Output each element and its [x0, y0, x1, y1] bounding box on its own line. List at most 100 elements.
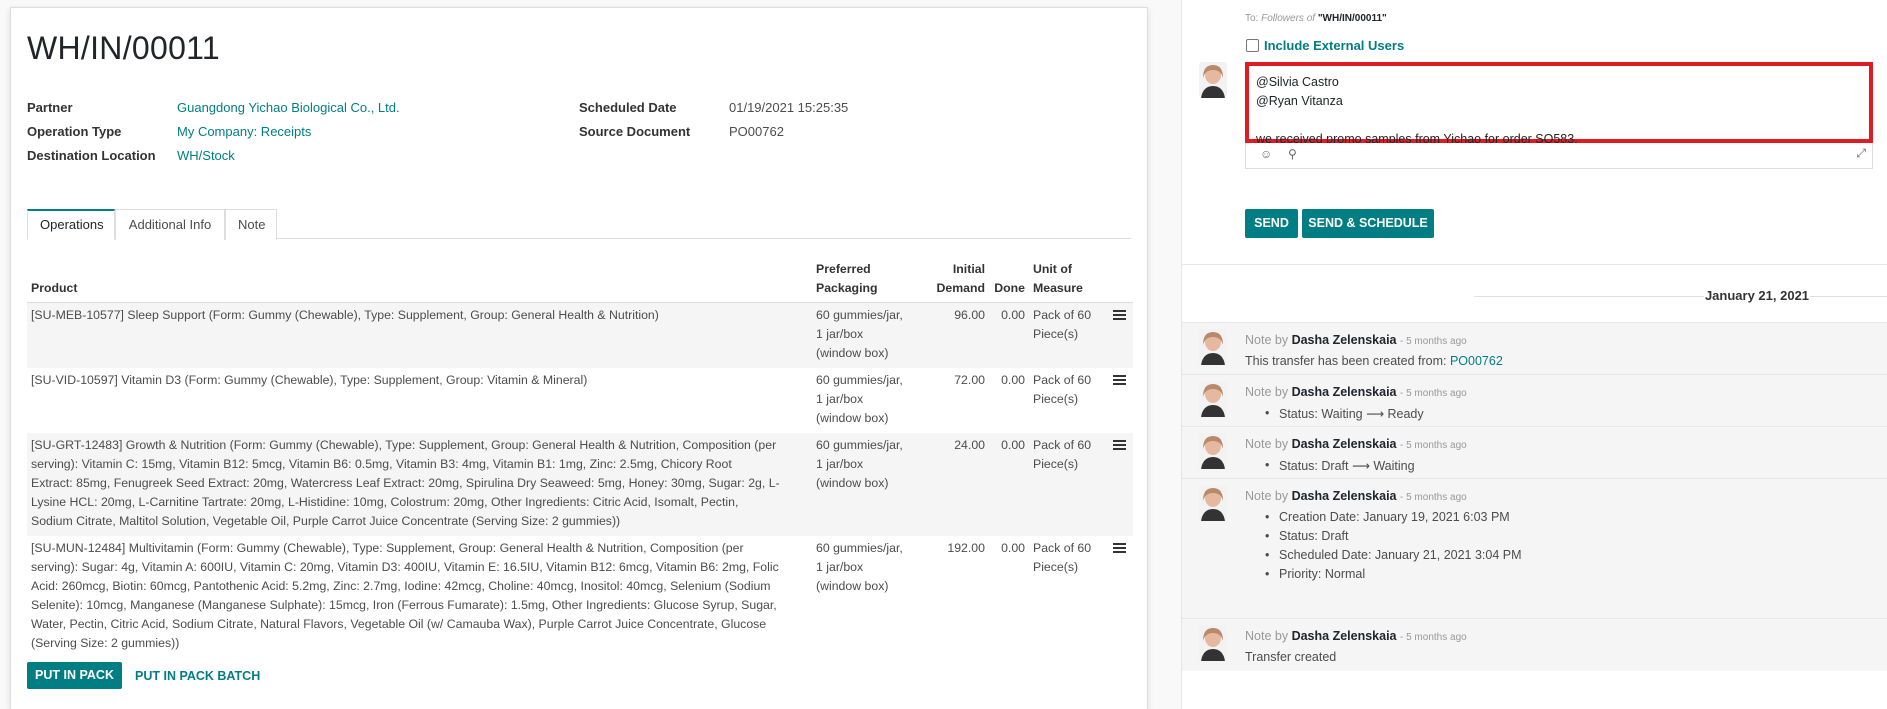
author-avatar[interactable] — [1199, 329, 1227, 365]
operation-type-link[interactable]: My Company: Receipts — [177, 124, 311, 139]
table-row[interactable]: [SU-MEB-10577] Sleep Support (Form: Gumm… — [27, 302, 1133, 368]
tracking-value: Status: Draft — [1265, 529, 1349, 543]
cell-details — [1109, 302, 1133, 368]
form-area: WH/IN/00011 Partner Guangdong Yichao Bio… — [0, 0, 1180, 709]
author-avatar[interactable] — [1199, 485, 1227, 521]
message-text: Transfer created — [1245, 650, 1337, 664]
cell-uom-line: Piece(s) — [1033, 560, 1079, 574]
message-author[interactable]: Dasha Zelenskaia — [1292, 437, 1397, 451]
cell-uom-line: Pack of 60 — [1033, 373, 1092, 387]
composer-to-prefix: To: — [1245, 13, 1259, 24]
cell-packaging-line: 1 jar/box — [816, 457, 864, 471]
cell-initial-demand: 192.00 — [947, 541, 985, 555]
author-avatar[interactable] — [1199, 625, 1227, 661]
chatter-message: Note by Dasha Zelenskaia - 5 months ago S… — [1182, 426, 1887, 478]
column-header-product[interactable]: Product — [27, 256, 812, 303]
send-schedule-button[interactable]: SEND & SCHEDULE — [1302, 209, 1434, 238]
send-button[interactable]: SEND — [1245, 209, 1298, 238]
cell-packaging-line: 1 jar/box — [816, 560, 864, 574]
column-header-demand-line2: Demand — [936, 281, 985, 295]
composer-to-followers: Followers of — [1261, 13, 1316, 24]
chatter-message: Note by Dasha Zelenskaia - 5 months ago C… — [1182, 478, 1887, 618]
cell-product-line: [SU-GRT-12483] Growth & Nutrition (Form:… — [31, 438, 777, 452]
message-time: - 5 months ago — [1399, 440, 1467, 451]
put-in-pack-batch-button[interactable]: PUT IN PACK BATCH — [135, 669, 260, 683]
cell-packaging: 60 gummies/jar, 1 jar/box (window box) — [812, 536, 927, 658]
cell-product: [SU-GRT-12483] Growth & Nutrition (Form:… — [27, 433, 812, 536]
message-author[interactable]: Dasha Zelenskaia — [1292, 629, 1397, 643]
composer-textarea[interactable]: @Silvia Castro @Ryan Vitanza we received… — [1245, 62, 1873, 146]
expand-icon[interactable]: ⤢ — [1856, 146, 1866, 161]
include-external-checkbox[interactable] — [1246, 39, 1259, 52]
tab-additional-info[interactable]: Additional Info — [115, 209, 225, 240]
chatter-panel: To: Followers of "WH/IN/00011" Include E… — [1181, 0, 1887, 709]
tab-operations[interactable]: Operations — [27, 209, 115, 240]
cell-done: 0.00 — [1001, 373, 1025, 387]
put-in-pack-button[interactable]: PUT IN PACK — [27, 662, 122, 689]
message-prefix: Note by — [1245, 333, 1289, 347]
cell-product-line: Acid: 260mcg, Biotin: 60mcg, Pantothenic… — [31, 579, 771, 593]
message-author[interactable]: Dasha Zelenskaia — [1292, 333, 1397, 347]
cell-initial-demand: 24.00 — [927, 433, 989, 536]
tracking-value: Priority: Normal — [1265, 567, 1365, 581]
cell-initial-demand: 72.00 — [954, 373, 985, 387]
composer-body: @Silvia Castro @Ryan Vitanza we received… — [1256, 73, 1578, 149]
destination-location-label: Destination Location — [27, 148, 156, 163]
table-row[interactable]: [SU-MUN-12484] Multivitamin (Form: Gummy… — [27, 536, 1133, 658]
source-document-value: PO00762 — [729, 124, 784, 139]
source-document-label: Source Document — [579, 124, 691, 139]
detailed-operations-icon[interactable] — [1113, 375, 1126, 386]
column-header-done[interactable]: Done — [989, 256, 1029, 303]
message-header: Note by Dasha Zelenskaia - 5 months ago — [1245, 385, 1467, 399]
cell-packaging-line: (window box) — [816, 411, 889, 425]
chatter-message: Note by Dasha Zelenskaia - 5 months ago S… — [1182, 374, 1887, 426]
column-header-uom[interactable]: Unit of Measure — [1029, 256, 1109, 303]
message-text: This transfer has been created from: — [1245, 354, 1447, 368]
tracking-value: Status: Waiting ⟶ Ready — [1265, 406, 1424, 421]
detailed-operations-icon[interactable] — [1113, 310, 1126, 321]
detailed-operations-icon[interactable] — [1113, 543, 1126, 554]
detailed-operations-icon[interactable] — [1113, 440, 1126, 451]
operation-type-label: Operation Type — [27, 124, 122, 139]
message-link[interactable]: PO00762 — [1450, 354, 1503, 368]
scheduled-date-label: Scheduled Date — [579, 100, 677, 115]
cell-product: [SU-MEB-10577] Sleep Support (Form: Gumm… — [27, 302, 812, 368]
cell-product-line: serving): Vitamin C: 15mg, Vitamin B12: … — [31, 457, 732, 471]
cell-done: 0.00 — [989, 433, 1029, 536]
column-header-uom-line1: Unit of — [1033, 262, 1072, 276]
message-prefix: Note by — [1245, 629, 1289, 643]
tab-note[interactable]: Note — [225, 209, 277, 240]
paperclip-icon[interactable]: ⚲ — [1288, 147, 1297, 161]
table-row[interactable]: [SU-VID-10597] Vitamin D3 (Form: Gummy (… — [27, 368, 1133, 433]
message-author[interactable]: Dasha Zelenskaia — [1292, 489, 1397, 503]
emoji-icon[interactable]: ☺ — [1260, 147, 1272, 161]
table-row[interactable]: [SU-GRT-12483] Growth & Nutrition (Form:… — [27, 433, 1133, 536]
column-header-initial-demand[interactable]: Initial Demand — [927, 256, 989, 303]
cell-done: 0.00 — [1001, 541, 1025, 555]
message-time: - 5 months ago — [1399, 388, 1467, 399]
cell-uom-line: Pack of 60 — [1033, 438, 1092, 452]
message-author[interactable]: Dasha Zelenskaia — [1292, 385, 1397, 399]
scheduled-date-value: 01/19/2021 15:25:35 — [729, 100, 849, 115]
column-header-actions — [1109, 256, 1133, 303]
cell-packaging-line: (window box) — [816, 579, 889, 593]
cell-product-line: Lysine HCL: 20mg, L-Carnitine Tartrate: … — [31, 495, 739, 509]
cell-packaging-line: (window box) — [816, 346, 889, 360]
column-header-packaging[interactable]: Preferred Packaging — [812, 256, 927, 303]
cell-product-line: [SU-MEB-10577] Sleep Support (Form: Gumm… — [31, 308, 659, 322]
include-external-label[interactable]: Include External Users — [1264, 38, 1404, 53]
message-prefix: Note by — [1245, 385, 1289, 399]
message-time: - 5 months ago — [1399, 492, 1467, 503]
column-header-packaging-line2: Packaging — [816, 281, 878, 295]
chatter-message: Note by Dasha Zelenskaia - 5 months ago T… — [1182, 618, 1887, 671]
author-avatar[interactable] — [1199, 381, 1227, 417]
partner-link[interactable]: Guangdong Yichao Biological Co., Ltd. — [177, 100, 400, 115]
cell-done: 0.00 — [989, 302, 1029, 368]
cell-packaging: 60 gummies/jar, 1 jar/box (window box) — [812, 433, 927, 536]
cell-uom-line: Pack of 60 — [1033, 541, 1092, 555]
mention-ryan: @Ryan Vitanza — [1256, 94, 1343, 108]
author-avatar[interactable] — [1199, 433, 1227, 469]
destination-location-link[interactable]: WH/Stock — [177, 148, 235, 163]
message-body: This transfer has been created from: PO0… — [1245, 354, 1503, 368]
cell-product-line: [SU-MUN-12484] Multivitamin (Form: Gummy… — [31, 541, 744, 555]
